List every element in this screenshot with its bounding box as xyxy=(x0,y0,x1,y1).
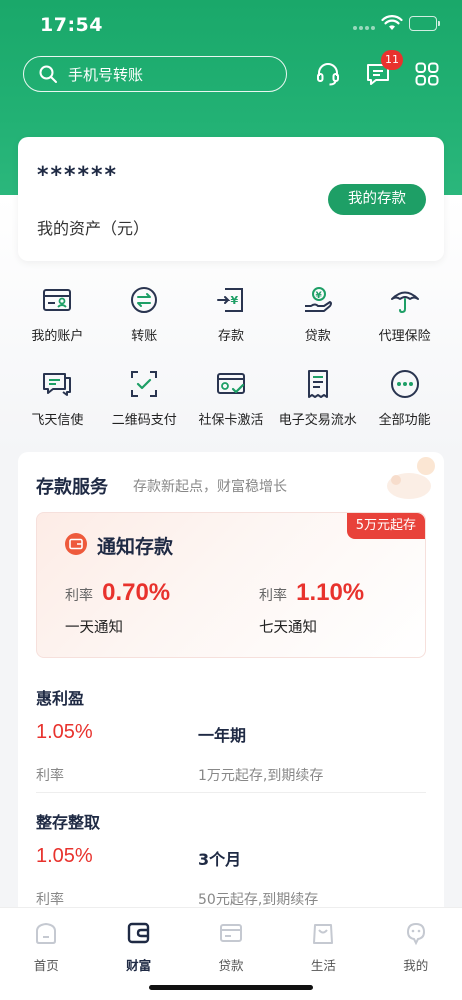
min-amount-tag: 5万元起存 xyxy=(346,513,425,539)
wifi-icon xyxy=(381,15,403,30)
rate-value: 0.70% xyxy=(102,579,171,606)
product-rate-label: 利率 xyxy=(36,892,64,908)
product-name: 惠利盈 xyxy=(36,689,85,708)
rate-block-one-day: 利率 0.70% 一天通知 xyxy=(65,579,170,637)
signal-dots-icon xyxy=(353,26,375,30)
notice-period: 七天通知 xyxy=(259,620,317,636)
shortcut-label: 二维码支付 xyxy=(111,413,177,428)
tab-label: 生活 xyxy=(310,958,336,973)
product-rate: 1.05% xyxy=(36,721,93,743)
card-icon xyxy=(219,924,242,942)
asset-card[interactable]: ****** 我的资产（元） 我的存款 xyxy=(18,137,444,261)
rate-value: 1.10% xyxy=(296,579,365,606)
rate-label: 利率 xyxy=(65,588,93,604)
bag-icon xyxy=(313,924,334,944)
piggy-bank-decoration-icon xyxy=(387,457,435,499)
home-indicator xyxy=(149,985,313,990)
product-huiliying[interactable]: 惠利盈 1.05% 一年期 利率 1万元起存,到期续存 xyxy=(36,685,426,784)
product-term: 一年期 xyxy=(198,726,247,745)
tab-label: 财富 xyxy=(126,958,152,973)
shortcut-label: 全部功能 xyxy=(378,413,431,428)
product-desc: 50元起存,到期续存 xyxy=(198,892,319,908)
wallet-icon xyxy=(127,922,149,944)
divider xyxy=(36,792,426,793)
wallet-badge-icon xyxy=(65,533,87,555)
my-deposit-button[interactable]: 我的存款 xyxy=(328,184,426,215)
deposit-service-title: 存款服务 xyxy=(36,477,108,498)
loan-icon: ¥ xyxy=(304,287,332,312)
apps-grid-icon[interactable] xyxy=(413,60,441,88)
rate-label: 利率 xyxy=(259,588,287,604)
shortcut-label: 社保卡激活 xyxy=(198,413,264,428)
battery-icon xyxy=(409,16,440,31)
shortcut-insurance[interactable]: 代理保险 xyxy=(361,280,448,364)
shortcut-label: 代理保险 xyxy=(378,329,431,344)
shortcut-my-account[interactable]: 我的账户 xyxy=(14,280,101,364)
tab-loan[interactable]: 贷款 xyxy=(185,908,277,988)
svg-text:¥: ¥ xyxy=(315,291,322,301)
shortcut-qr-pay[interactable]: 二维码支付 xyxy=(101,364,188,448)
shortcut-label: 转账 xyxy=(131,329,158,344)
product-desc: 1万元起存,到期续存 xyxy=(198,768,324,784)
product-term: 3个月 xyxy=(198,850,242,869)
shortcut-grid: 我的账户 转账 ¥ 存款 ¥ 贷款 代理保险 飞天信使 二维码支付 社保卡激活 … xyxy=(14,280,448,448)
statement-icon xyxy=(307,370,328,398)
status-bar: 17:54 xyxy=(0,0,462,48)
headset-icon[interactable] xyxy=(314,60,342,88)
more-icon xyxy=(390,370,419,398)
tab-wealth[interactable]: 财富 xyxy=(92,908,184,988)
tab-mine[interactable]: 我的 xyxy=(370,908,462,988)
product-rate: 1.05% xyxy=(36,845,93,867)
notice-period: 一天通知 xyxy=(65,620,123,636)
account-card-icon xyxy=(43,289,72,311)
notice-deposit-title: 通知存款 xyxy=(97,536,174,558)
shortcut-social-card[interactable]: 社保卡激活 xyxy=(188,364,275,448)
shortcut-transfer[interactable]: 转账 xyxy=(101,280,188,364)
transfer-icon xyxy=(131,287,158,313)
shortcut-label: 电子交易流水 xyxy=(278,413,357,428)
tab-label: 首页 xyxy=(33,958,59,973)
asset-amount-masked[interactable]: ****** xyxy=(37,163,118,188)
rate-block-seven-day: 利率 1.10% 七天通知 xyxy=(259,579,364,637)
notice-deposit-card[interactable]: 5万元起存 通知存款 利率 0.70% 一天通知 利率 1.10% 七天通知 xyxy=(36,512,426,658)
social-card-icon xyxy=(216,373,245,394)
home-icon xyxy=(36,922,57,944)
product-fixed-deposit[interactable]: 整存整取 1.05% 3个月 利率 50元起存,到期续存 xyxy=(36,809,426,908)
umbrella-icon xyxy=(390,291,419,314)
shortcut-all-functions[interactable]: 全部功能 xyxy=(361,364,448,448)
deposit-icon: ¥ xyxy=(216,288,243,312)
deposit-service-panel: 存款服务 存款新起点，财富稳增长 5万元起存 通知存款 利率 0.70% 一天通… xyxy=(18,452,444,922)
tab-label: 贷款 xyxy=(218,958,244,973)
shortcut-messenger[interactable]: 飞天信使 xyxy=(14,364,101,448)
product-name: 整存整取 xyxy=(36,813,101,832)
tab-life[interactable]: 生活 xyxy=(277,908,369,988)
tab-label: 我的 xyxy=(403,958,429,973)
shortcut-deposit[interactable]: ¥ 存款 xyxy=(188,280,275,364)
chat-icon xyxy=(43,373,72,396)
deposit-service-subtitle: 存款新起点，财富稳增长 xyxy=(133,479,287,495)
message-badge: 11 xyxy=(381,50,403,70)
shortcut-label: 存款 xyxy=(217,329,244,344)
qr-scan-icon xyxy=(131,371,158,397)
status-time: 17:54 xyxy=(40,14,103,36)
search-icon xyxy=(39,65,57,83)
profile-icon xyxy=(406,922,425,946)
shortcut-statement[interactable]: 电子交易流水 xyxy=(274,364,361,448)
shortcut-loan[interactable]: ¥ 贷款 xyxy=(274,280,361,364)
svg-text:¥: ¥ xyxy=(230,294,238,307)
search-placeholder: 手机号转账 xyxy=(68,65,144,84)
shortcut-label: 贷款 xyxy=(304,329,331,344)
tab-home[interactable]: 首页 xyxy=(0,908,92,988)
search-input[interactable]: 手机号转账 xyxy=(23,56,287,92)
asset-label: 我的资产（元） xyxy=(37,219,150,238)
product-rate-label: 利率 xyxy=(36,768,64,784)
shortcut-label: 我的账户 xyxy=(31,329,84,344)
shortcut-label: 飞天信使 xyxy=(31,413,84,428)
